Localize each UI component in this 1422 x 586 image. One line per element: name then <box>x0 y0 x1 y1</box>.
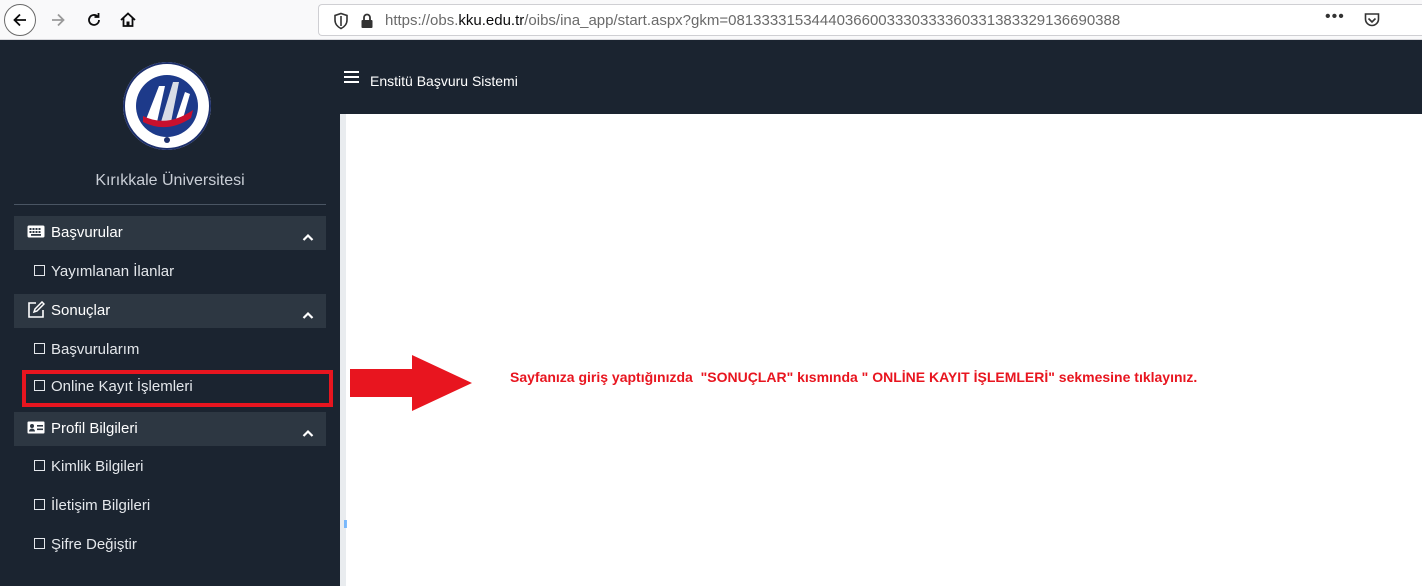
square-icon <box>34 538 45 549</box>
sidebar-item-iletisim-bilgileri[interactable]: İletişim Bilgileri <box>34 497 150 514</box>
browser-toolbar: https://obs.kku.edu.tr/oibs/ina_app/star… <box>0 0 1422 40</box>
pocket-icon[interactable] <box>1363 11 1381 34</box>
menu-section-label: Sonuçlar <box>51 302 111 319</box>
url-prefix: https://obs. <box>385 12 459 29</box>
home-button[interactable] <box>112 4 144 36</box>
university-name: Kırıkkale Üniversitesi <box>95 172 245 189</box>
sidebar-divider <box>14 204 326 205</box>
instruction-text: Sayfanıza giriş yaptığınızda "SONUÇLAR" … <box>510 369 1198 385</box>
hamburger-menu-icon[interactable] <box>344 70 360 89</box>
url-text[interactable]: https://obs.kku.edu.tr/oibs/ina_app/star… <box>385 12 1321 29</box>
square-icon <box>34 460 45 471</box>
lock-icon[interactable] <box>359 12 375 35</box>
red-arrow-icon <box>350 355 472 411</box>
sidebar-item-basvurularim[interactable]: Başvurularım <box>34 341 139 358</box>
content-edge <box>340 114 346 586</box>
back-button[interactable] <box>4 4 36 36</box>
id-card-icon <box>27 421 45 438</box>
forward-arrow-icon <box>52 13 65 27</box>
square-icon <box>34 343 45 354</box>
highlight-box <box>22 370 333 407</box>
address-bar[interactable]: https://obs.kku.edu.tr/oibs/ina_app/star… <box>318 4 1422 36</box>
keyboard-icon <box>27 225 45 242</box>
chevron-up-icon[interactable] <box>302 306 314 323</box>
url-path: /oibs/ina_app/start.aspx?gkm=08133331534… <box>524 12 1121 29</box>
url-domain: kku.edu.tr <box>458 12 525 29</box>
menu-section-basvurular[interactable]: Başvurular <box>14 216 326 250</box>
sidebar-item-kimlik-bilgileri[interactable]: Kimlik Bilgileri <box>34 458 144 475</box>
sidebar-item-label: İletişim Bilgileri <box>51 497 151 514</box>
square-icon <box>34 265 45 276</box>
chevron-up-icon[interactable] <box>302 228 314 245</box>
sidebar-item-label: Yayımlanan İlanlar <box>51 263 175 280</box>
cursor-artifact <box>344 520 347 528</box>
reload-button[interactable] <box>78 4 110 36</box>
sidebar-item-label: Kimlik Bilgileri <box>51 458 144 475</box>
home-icon <box>120 12 136 27</box>
forward-button[interactable] <box>42 4 74 36</box>
menu-section-label: Başvurular <box>51 224 123 241</box>
tracking-shield-icon[interactable] <box>333 12 349 35</box>
menu-section-label: Profil Bilgileri <box>51 420 138 437</box>
app-title: Enstitü Başvuru Sistemi <box>370 73 518 89</box>
menu-section-profil-bilgileri[interactable]: Profil Bilgileri <box>14 412 326 446</box>
square-icon <box>34 499 45 510</box>
sidebar-item-yayimlanan-ilanlar[interactable]: Yayımlanan İlanlar <box>34 263 174 280</box>
university-logo <box>123 62 211 150</box>
reload-icon <box>88 13 100 26</box>
chevron-up-icon[interactable] <box>302 424 314 441</box>
edit-icon <box>27 300 46 323</box>
sidebar-item-label: Başvurularım <box>51 341 140 358</box>
sidebar-item-sifre-degistir[interactable]: Şifre Değiştir <box>34 536 137 553</box>
sidebar-item-label: Şifre Değiştir <box>51 536 137 553</box>
back-arrow-icon <box>13 13 26 27</box>
page-actions-button[interactable]: ••• <box>1325 8 1345 26</box>
menu-section-sonuclar[interactable]: Sonuçlar <box>14 294 326 328</box>
